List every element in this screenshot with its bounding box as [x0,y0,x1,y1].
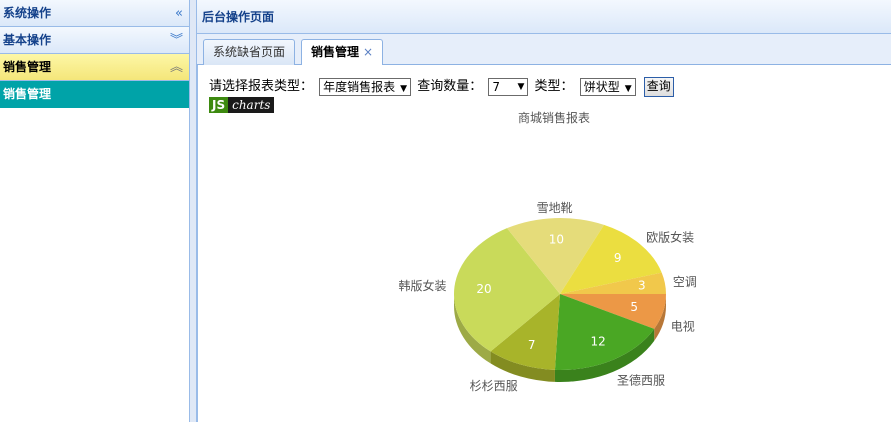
sidebar-item-sales-management[interactable]: 销售管理 [0,81,189,108]
splitter[interactable] [190,0,197,422]
accordion-title: 销售管理 [3,60,52,74]
accordion-title: 基本操作 [3,33,52,47]
data-label: 3 [638,279,646,293]
double-chevron-up-icon[interactable]: ︽ [170,54,183,81]
category-label: 雪地靴 [537,201,573,215]
category-label: 圣德西服 [617,372,665,387]
category-label: 杉杉西服 [470,379,518,393]
accordion-header-system[interactable]: 系统操作 « [0,0,189,27]
category-label: 空调 [673,275,697,289]
tab-bar: 系统缺省页面 销售管理 × [197,34,891,66]
data-label: 12 [591,334,606,348]
accordion-header-basic[interactable]: 基本操作 ︾ [0,27,189,54]
category-label: 欧版女装 [646,230,694,245]
accordion-header-sales[interactable]: 销售管理 ︽ [0,54,189,81]
tab-default-page[interactable]: 系统缺省页面 [203,39,296,65]
pie-chart: 5 电视 12 圣德西服 7 杉杉西服 20 韩版女装 10 雪地靴 9 欧版女装 3 空调 [399,201,697,393]
data-label: 7 [528,338,536,352]
accordion-title: 系统操作 [3,6,52,20]
data-label: 5 [630,300,638,314]
data-label: 10 [549,232,564,246]
panel-title: 后台操作页面 [197,0,891,34]
category-label: 电视 [671,318,695,333]
data-label: 20 [476,282,491,296]
tab-sales-management[interactable]: 销售管理 × [301,39,384,66]
tab-content: 请选择报表类型： 年度销售报表 ▼ 查询数量： 7 ▼ 类型： 饼状型 ▼ 查询 JS… [197,65,891,422]
tab-label: 系统缺省页面 [213,45,286,59]
category-label: 韩版女装 [399,278,447,293]
double-chevron-down-icon[interactable]: ︾ [170,27,183,54]
double-chevron-left-icon[interactable]: « [175,0,183,27]
tab-label: 销售管理 [311,45,360,59]
main-panel: 后台操作页面 系统缺省页面 销售管理 × 请选择报表类型： 年度销售报表 ▼ 查询数… [197,0,891,422]
sidebar: 系统操作 « 基本操作 ︾ 销售管理 ︽ 销售管理 [0,0,190,422]
data-label: 9 [614,251,622,265]
close-icon[interactable]: × [363,45,373,59]
